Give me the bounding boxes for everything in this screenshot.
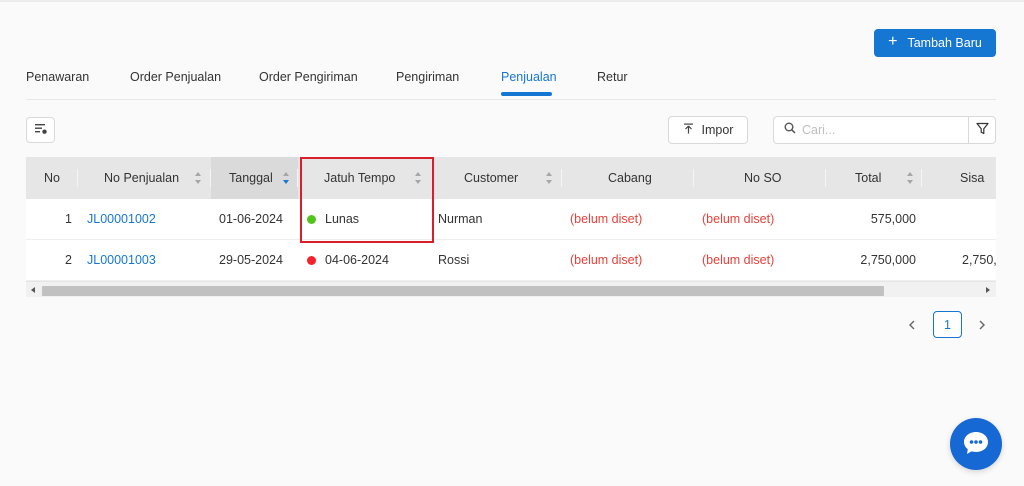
sort-icon[interactable] [282, 171, 290, 185]
top-divider [0, 0, 1024, 2]
filter-icon [975, 122, 989, 138]
cell-no-penjualan-link[interactable]: JL00001002 [87, 199, 156, 239]
add-new-label: Tambah Baru [907, 36, 982, 50]
column-header-tanggal[interactable]: Tanggal [211, 157, 298, 199]
search-icon [784, 121, 796, 139]
cell-no-so: (belum diset) [702, 212, 775, 226]
pagination-page[interactable]: 1 [933, 311, 962, 338]
column-settings-icon [34, 123, 48, 138]
cell-jatuh-tempo: 04-06-2024 [307, 240, 389, 280]
table-row[interactable]: 2 JL00001003 29-05-2024 04-06-2024 Rossi… [26, 240, 996, 281]
column-header-no: No [26, 157, 78, 199]
cell-tanggal: 29-05-2024 [219, 253, 283, 267]
search-box [773, 116, 969, 144]
active-tab-indicator [501, 92, 552, 96]
search-input[interactable] [802, 123, 962, 137]
pagination-prev-button[interactable] [898, 313, 926, 337]
table-row[interactable]: 1 JL00001002 01-06-2024 Lunas Nurman (be… [26, 199, 996, 240]
upload-icon [683, 123, 694, 137]
cell-tanggal: 01-06-2024 [219, 212, 283, 226]
column-header-customer[interactable]: Customer [434, 157, 562, 199]
cell-no: 2 [65, 253, 72, 267]
pagination-next-button[interactable] [968, 313, 996, 337]
cell-no-penjualan-link[interactable]: JL00001003 [87, 240, 156, 280]
cell-no-so: (belum diset) [702, 253, 775, 267]
chevron-right-icon [978, 318, 986, 333]
cell-cabang: (belum diset) [570, 253, 643, 267]
cell-total: 575,000 [870, 212, 916, 226]
sort-icon[interactable] [545, 171, 553, 185]
tab-penawaran[interactable]: Penawaran [26, 70, 89, 84]
chat-button[interactable] [950, 418, 1002, 470]
sort-icon[interactable] [194, 171, 202, 185]
column-header-total[interactable]: Total [826, 157, 922, 199]
scroll-left-arrow-icon[interactable] [31, 287, 35, 293]
cell-customer: Rossi [438, 253, 470, 267]
cell-total: 2,750,000 [860, 253, 916, 267]
column-header-no-penjualan[interactable]: No Penjualan [78, 157, 211, 199]
import-label: Impor [701, 123, 734, 137]
scrollbar-thumb[interactable] [42, 286, 884, 296]
table-header: No No Penjualan Tanggal Jatuh Tempo Cust… [26, 157, 996, 199]
cell-jatuh-tempo: Lunas [307, 199, 359, 239]
status-dot-paid [307, 214, 316, 224]
cell-sisa: 2,750,0 [962, 253, 996, 267]
sort-icon[interactable] [414, 171, 422, 185]
sort-icon[interactable] [906, 171, 914, 185]
tab-pengiriman[interactable]: Pengiriman [396, 70, 459, 84]
plus-icon: + [888, 33, 898, 50]
column-settings-button[interactable] [26, 117, 55, 143]
filter-button[interactable] [968, 116, 996, 144]
scroll-right-arrow-icon[interactable] [986, 287, 990, 293]
sales-table: No No Penjualan Tanggal Jatuh Tempo Cust… [26, 157, 996, 297]
chat-bubble-icon [962, 430, 990, 459]
tab-penjualan[interactable]: Penjualan [501, 70, 557, 84]
tab-order-pengiriman[interactable]: Order Pengiriman [259, 70, 358, 84]
cell-customer: Nurman [438, 212, 483, 226]
column-header-cabang: Cabang [562, 157, 694, 199]
chevron-left-icon [908, 318, 916, 333]
cell-cabang: (belum diset) [570, 212, 643, 226]
column-header-no-so: No SO [694, 157, 826, 199]
column-header-jatuh-tempo[interactable]: Jatuh Tempo [298, 157, 434, 199]
add-new-button[interactable]: + Tambah Baru [874, 29, 996, 57]
import-button[interactable]: Impor [668, 116, 748, 144]
tab-retur[interactable]: Retur [597, 70, 628, 84]
status-dot-unpaid [307, 255, 316, 265]
cell-no: 1 [65, 212, 72, 226]
tab-order-penjualan[interactable]: Order Penjualan [130, 70, 221, 84]
horizontal-scrollbar[interactable] [26, 281, 996, 297]
column-header-sisa: Sisa [960, 171, 985, 185]
